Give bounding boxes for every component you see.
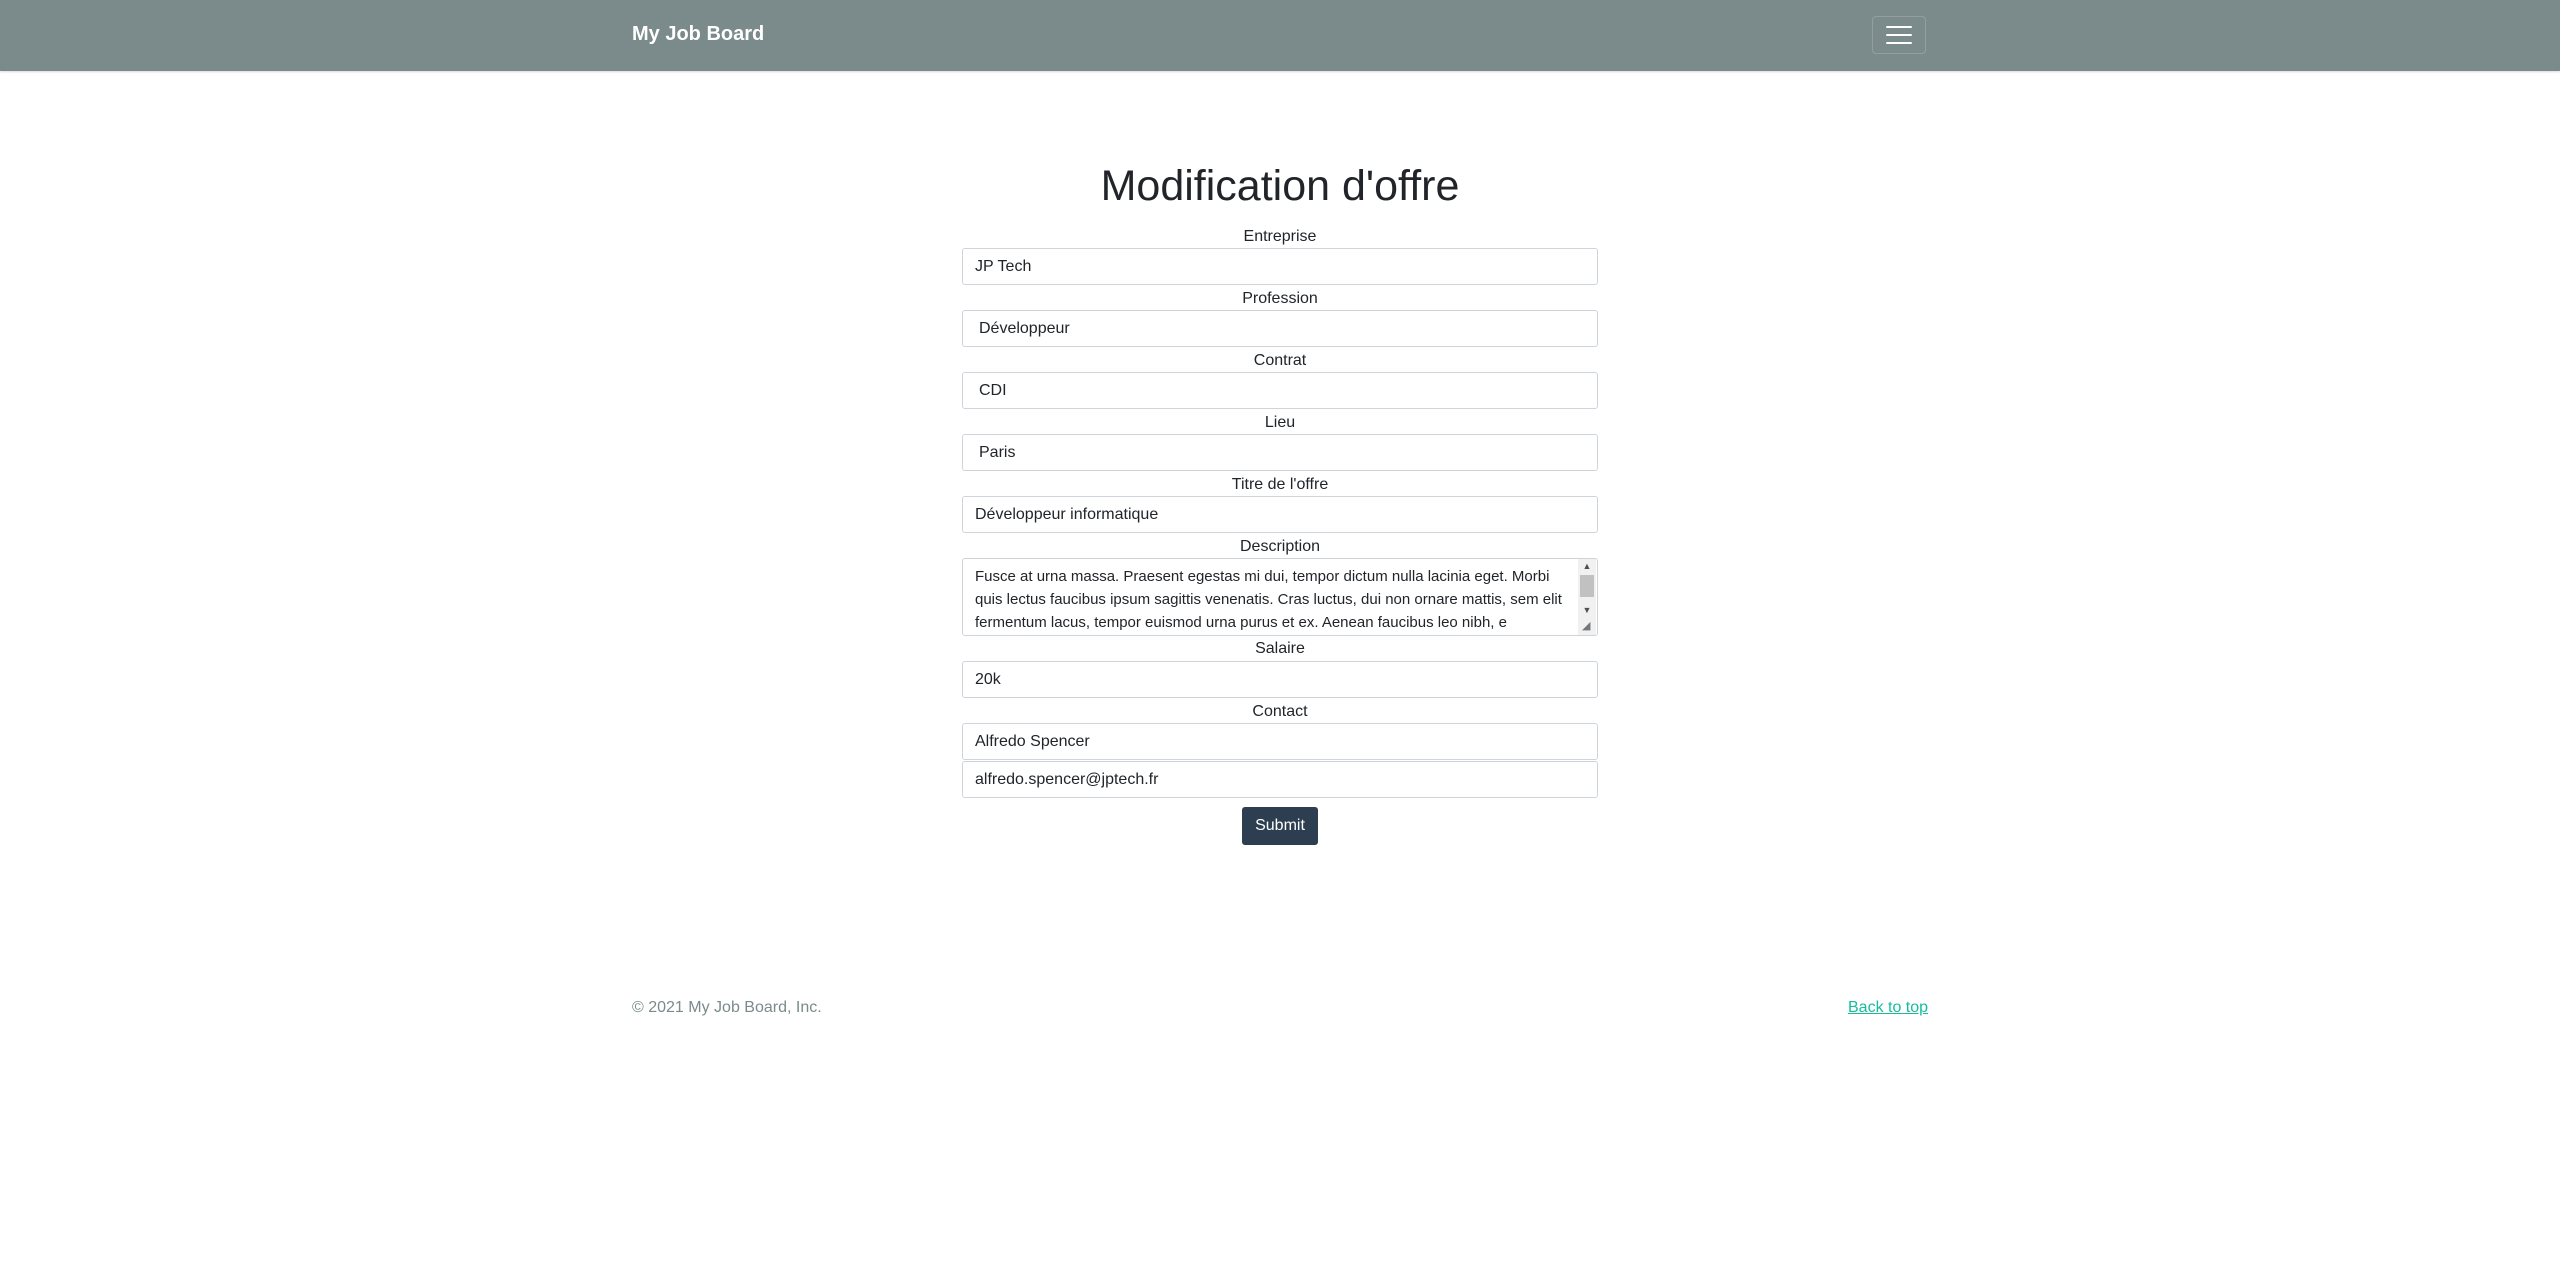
contact-name-input[interactable]: Alfredo Spencer	[962, 723, 1598, 760]
titre-input[interactable]: Développeur informatique	[962, 496, 1598, 533]
lieu-select[interactable]: Paris	[962, 434, 1598, 471]
contact-label: Contact	[1252, 703, 1308, 720]
scroll-down-arrow-icon[interactable]: ▼	[1578, 603, 1596, 617]
back-to-top-link[interactable]: Back to top	[1848, 999, 1928, 1017]
submit-button[interactable]: Submit	[1242, 807, 1318, 845]
scroll-up-arrow-icon[interactable]: ▲	[1578, 559, 1596, 573]
contact-email-input[interactable]: alfredo.spencer@jptech.fr	[962, 761, 1598, 798]
entreprise-input[interactable]: JP Tech	[962, 248, 1598, 285]
titre-label: Titre de l'offre	[1231, 476, 1329, 493]
menu-bar-line	[1886, 34, 1912, 36]
menu-bar-line	[1886, 26, 1912, 28]
entreprise-label: Entreprise	[1243, 228, 1317, 245]
salaire-input[interactable]: 20k	[962, 661, 1598, 698]
description-textarea[interactable]: Fusce at urna massa. Praesent egestas mi…	[962, 558, 1598, 636]
resize-handle-icon[interactable]: ◢	[1582, 620, 1594, 632]
hamburger-menu-icon[interactable]	[1872, 16, 1926, 54]
brand-link[interactable]: My Job Board	[632, 23, 764, 46]
profession-label: Profession	[1242, 290, 1318, 307]
contrat-select[interactable]: CDI	[962, 372, 1598, 409]
copyright-text: © 2021 My Job Board, Inc.	[632, 999, 822, 1016]
navbar: My Job Board	[0, 0, 2560, 71]
salaire-label: Salaire	[1255, 640, 1305, 657]
lieu-label: Lieu	[1264, 414, 1296, 431]
scroll-thumb[interactable]	[1580, 575, 1594, 597]
page-title: Modification d'offre	[1100, 162, 1460, 210]
profession-select[interactable]: Développeur	[962, 310, 1598, 347]
description-label: Description	[1239, 538, 1321, 555]
contrat-label: Contrat	[1253, 352, 1307, 369]
menu-bar-line	[1886, 42, 1912, 44]
